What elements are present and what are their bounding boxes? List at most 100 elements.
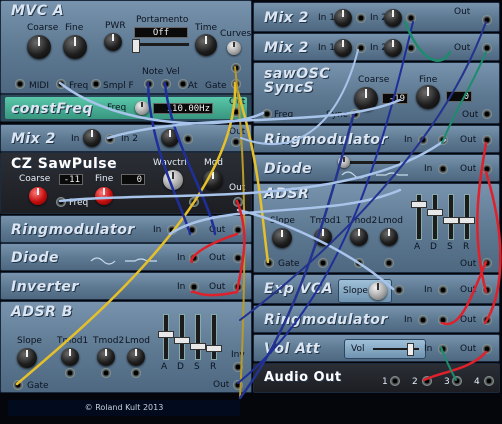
adsr-b-tmod2-jack[interactable] — [101, 368, 111, 378]
adsr-b-tmod1-jack[interactable] — [65, 368, 75, 378]
adsr-right-gate-jack[interactable] — [264, 258, 274, 268]
ringmod-left-in1-jack[interactable] — [167, 225, 177, 235]
volatt-output-jack[interactable] — [482, 344, 492, 354]
adsr-b-slope-knob[interactable] — [17, 348, 37, 368]
mix2-left-output-jack[interactable] — [231, 137, 241, 147]
adsr-b-tmod2-knob[interactable] — [97, 348, 115, 366]
diode-right-output-jack[interactable] — [482, 164, 492, 174]
mix2-left-in1-knob[interactable] — [83, 129, 101, 147]
portamento-mode-display[interactable]: Off — [134, 27, 188, 38]
diode-right-slider-knob[interactable] — [338, 156, 350, 168]
mix2-r2-in2-jack[interactable] — [406, 43, 416, 53]
vel-output-jack[interactable] — [161, 79, 171, 89]
cz-output-jack[interactable] — [233, 197, 243, 207]
cz-freq-input-jack[interactable] — [56, 197, 66, 207]
diode-left-output-jack[interactable] — [233, 253, 243, 263]
mix2-left-in1-jack[interactable] — [105, 134, 115, 144]
adsr-right-d-fader[interactable] — [427, 194, 443, 240]
sawosc-fine-knob[interactable] — [416, 85, 440, 109]
fine-knob[interactable] — [63, 35, 87, 59]
adsr-right-output-jack[interactable] — [482, 258, 492, 268]
mix2-r1-in2-jack[interactable] — [406, 13, 416, 23]
mix2-r2-in1-jack[interactable] — [356, 43, 366, 53]
adsr-b-gate-jack[interactable] — [13, 380, 23, 390]
adsr-b-s-fader[interactable] — [190, 314, 206, 360]
adsr-right-slope-knob[interactable] — [272, 228, 292, 248]
freq-output-jack[interactable] — [56, 79, 66, 89]
coarse-knob[interactable] — [27, 35, 51, 59]
cz-mod-input-jack[interactable] — [189, 197, 199, 207]
adsr-right-tmod2-jack[interactable] — [354, 258, 364, 268]
mix2-r2-output-jack[interactable] — [482, 43, 492, 53]
ringmod-r2-in2-jack[interactable] — [438, 315, 448, 325]
audioout-ch3-jack[interactable] — [452, 376, 462, 386]
portamento-slider-handle[interactable] — [132, 39, 140, 53]
pwr-knob[interactable] — [104, 33, 122, 51]
adsr-b-lmod-knob[interactable] — [127, 348, 145, 366]
audioout-ch1-jack[interactable] — [390, 376, 400, 386]
gate-output-jack[interactable] — [231, 79, 241, 89]
curves-knob[interactable] — [227, 41, 241, 55]
adsr-right-tmod2-knob[interactable] — [350, 228, 368, 246]
audioout-ch4-jack[interactable] — [484, 376, 494, 386]
adsr-right-a-fader[interactable] — [411, 194, 427, 240]
mix2-left-in2-knob[interactable] — [161, 129, 179, 147]
sawosc-sync-jack[interactable] — [350, 109, 360, 119]
curves-output-jack[interactable] — [231, 63, 241, 73]
ringmod-r1-in2-jack[interactable] — [438, 135, 448, 145]
adsr-b-d-fader[interactable] — [174, 314, 190, 360]
inverter-output-jack[interactable] — [233, 282, 243, 292]
at-output-jack[interactable] — [178, 79, 188, 89]
mix2-left-in2-jack[interactable] — [183, 134, 193, 144]
cz-mod-knob[interactable] — [203, 170, 223, 190]
adsr-b-output-jack[interactable] — [233, 380, 243, 390]
cz-mod-label: Mod — [204, 158, 223, 168]
expvca-slope-knob[interactable] — [369, 282, 387, 300]
diode-right-curve-icon — [341, 171, 408, 179]
volatt-in-jack[interactable] — [438, 344, 448, 354]
mix2-r1-output-jack[interactable] — [482, 15, 492, 25]
cz-wavctrl-knob[interactable] — [163, 170, 183, 190]
mix2-r1-in1-jack[interactable] — [356, 13, 366, 23]
adsr-right-lmod-jack[interactable] — [384, 258, 394, 268]
midi-input-jack[interactable] — [15, 79, 25, 89]
adsr-right-r-fader[interactable] — [459, 194, 475, 240]
sawosc-coarse-knob[interactable] — [354, 87, 378, 111]
ringmod-left-output-jack[interactable] — [233, 225, 243, 235]
smpl-f-output-jack[interactable] — [91, 79, 101, 89]
adsr-b-lmod-jack[interactable] — [131, 368, 141, 378]
ringmod-r1-output-jack[interactable] — [482, 135, 492, 145]
adsr-right-tmod1-jack[interactable] — [318, 258, 328, 268]
mix2-r1-in1-knob[interactable] — [334, 9, 352, 27]
time-knob[interactable] — [195, 34, 217, 56]
adsr-right-tmod1-knob[interactable] — [314, 228, 332, 246]
ringmod-r1-in1-jack[interactable] — [418, 135, 428, 145]
audioout-ch2-jack[interactable] — [422, 376, 432, 386]
diode-right-in-jack[interactable] — [438, 164, 448, 174]
diode-left-in-jack[interactable] — [189, 253, 199, 263]
adsr-right-lmod-knob[interactable] — [380, 228, 398, 246]
adsr-b-r-fader[interactable] — [206, 314, 222, 360]
ringmod-r2-in1-jack[interactable] — [418, 315, 428, 325]
sawosc-output-jack[interactable] — [482, 109, 492, 119]
ringmod-r2-output-jack[interactable] — [482, 315, 492, 325]
expvca-in-jack[interactable] — [438, 285, 448, 295]
mix2-r1-in2-knob[interactable] — [384, 9, 402, 27]
cz-fine-knob[interactable] — [95, 187, 113, 205]
volatt-slider-handle[interactable] — [407, 343, 414, 356]
mix2-r2-in2-knob[interactable] — [384, 39, 402, 57]
cz-coarse-knob[interactable] — [29, 187, 47, 205]
note-output-jack[interactable] — [144, 79, 154, 89]
sawosc-freq-jack[interactable] — [262, 109, 272, 119]
constfreq-output-jack[interactable] — [231, 107, 241, 117]
adsr-b-a-fader[interactable] — [158, 314, 174, 360]
adsr-b-tmod1-knob[interactable] — [61, 348, 79, 366]
inverter-in-jack[interactable] — [189, 282, 199, 292]
expvca-cv-jack[interactable] — [394, 285, 404, 295]
mix2-r2-in1-knob[interactable] — [334, 39, 352, 57]
constfreq-knob[interactable] — [135, 101, 149, 115]
expvca-output-jack[interactable] — [482, 285, 492, 295]
adsr-b-inv-output-jack[interactable] — [233, 362, 243, 372]
adsr-right-s-fader[interactable] — [443, 194, 459, 240]
ringmod-left-in2-jack[interactable] — [187, 225, 197, 235]
